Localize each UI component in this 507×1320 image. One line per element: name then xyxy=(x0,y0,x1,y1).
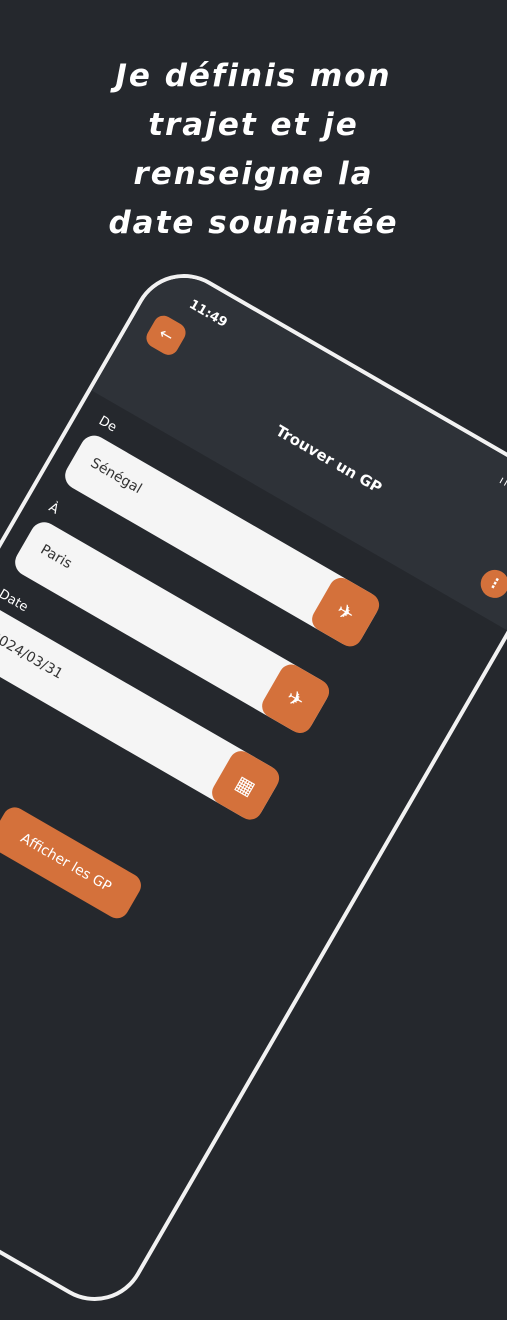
headline-line-1: Je définis mon xyxy=(115,58,392,94)
status-icons: ıll ≋ ▮ xyxy=(497,473,507,508)
screen-title: Trouver un GP xyxy=(272,421,386,497)
calendar-button[interactable]: ▦ xyxy=(207,746,284,824)
to-label: À xyxy=(46,500,62,518)
phone-frame: 11:49 ıll ≋ ▮ ← Trouver un GP ⋮ De Sénég… xyxy=(0,255,507,1320)
more-options-button[interactable]: ⋮ xyxy=(475,564,507,604)
headline-line-2: trajet et je xyxy=(148,107,359,143)
from-label: De xyxy=(96,413,120,436)
show-gp-button[interactable]: Afficher les GP xyxy=(0,803,146,923)
back-arrow-icon: ← xyxy=(155,323,177,347)
headline-line-4: date souhaitée xyxy=(108,205,399,241)
plane-takeoff-icon: ✈ xyxy=(332,597,359,627)
arrival-picker-button[interactable]: ✈ xyxy=(257,660,334,738)
more-vertical-icon: ⋮ xyxy=(484,573,505,595)
from-value: Sénégal xyxy=(87,455,145,498)
date-value: 2024/03/31 xyxy=(0,628,66,683)
promo-headline: Je définis mon trajet et je renseigne la… xyxy=(0,52,507,248)
to-value: Paris xyxy=(37,541,75,573)
date-label: Date xyxy=(0,586,31,616)
headline-line-3: renseigne la xyxy=(133,156,374,192)
departure-picker-button[interactable]: ✈ xyxy=(307,573,384,651)
status-time: 11:49 xyxy=(186,297,230,331)
calendar-icon: ▦ xyxy=(231,770,260,801)
plane-landing-icon: ✈ xyxy=(282,684,309,714)
